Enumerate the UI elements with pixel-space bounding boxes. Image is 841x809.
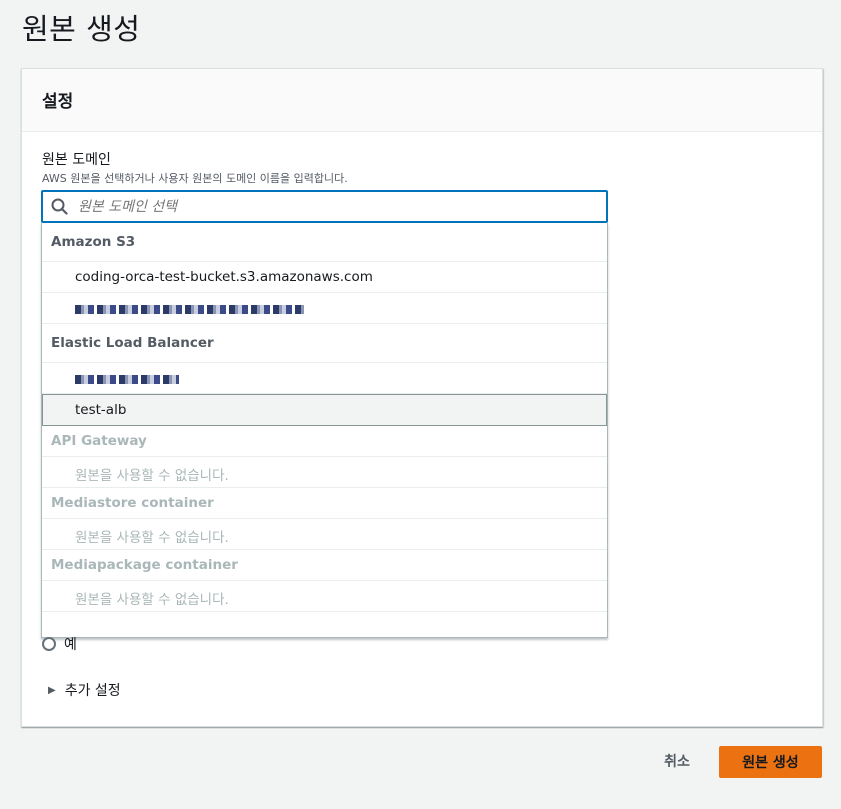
search-icon bbox=[51, 198, 69, 216]
option-elb-redacted[interactable] bbox=[42, 363, 607, 394]
origin-domain-input[interactable] bbox=[78, 198, 606, 215]
group-label-amazon-s3: Amazon S3 bbox=[42, 223, 607, 262]
group-label-elb: Elastic Load Balancer bbox=[42, 324, 607, 363]
option-unavailable: 원본을 사용할 수 없습니다. bbox=[42, 519, 607, 550]
option-unavailable: 원본을 사용할 수 없습니다. bbox=[42, 457, 607, 488]
group-label-api-gateway: API Gateway bbox=[42, 426, 607, 457]
group-label-mediastore: Mediastore container bbox=[42, 488, 607, 519]
origin-domain-dropdown: Amazon S3 coding-orca-test-bucket.s3.ama… bbox=[41, 223, 608, 638]
redacted-text bbox=[75, 305, 304, 314]
radio-button[interactable] bbox=[42, 637, 56, 651]
radio-label: 예 bbox=[64, 637, 77, 653]
cancel-button[interactable]: 취소 bbox=[650, 745, 704, 777]
option-test-alb[interactable]: test-alb bbox=[42, 394, 607, 426]
create-origin-button[interactable]: 원본 생성 bbox=[719, 746, 822, 778]
page-title: 원본 생성 bbox=[22, 12, 141, 46]
redacted-text bbox=[75, 375, 179, 384]
origin-domain-search[interactable] bbox=[41, 190, 608, 223]
settings-panel: 설정 원본 도메인 AWS 원본을 선택하거나 사용자 원본의 도메인 이름을 … bbox=[21, 68, 823, 727]
caret-right-icon: ▶ bbox=[48, 684, 56, 696]
origin-domain-label: 원본 도메인 bbox=[42, 152, 111, 168]
radio-yes[interactable]: 예 bbox=[42, 634, 77, 654]
option-unavailable: 원본을 사용할 수 없습니다. bbox=[42, 581, 607, 612]
option-s3-bucket[interactable]: coding-orca-test-bucket.s3.amazonaws.com bbox=[42, 262, 607, 293]
option-s3-redacted[interactable] bbox=[42, 293, 607, 324]
panel-header: 설정 bbox=[22, 69, 822, 132]
origin-domain-description: AWS 원본을 선택하거나 사용자 원본의 도메인 이름을 입력합니다. bbox=[42, 172, 348, 185]
additional-settings-expander[interactable]: ▶ 추가 설정 bbox=[48, 680, 121, 700]
group-label-mediapackage: Mediapackage container bbox=[42, 550, 607, 581]
expander-label: 추가 설정 bbox=[64, 683, 121, 699]
panel-title: 설정 bbox=[42, 92, 74, 112]
